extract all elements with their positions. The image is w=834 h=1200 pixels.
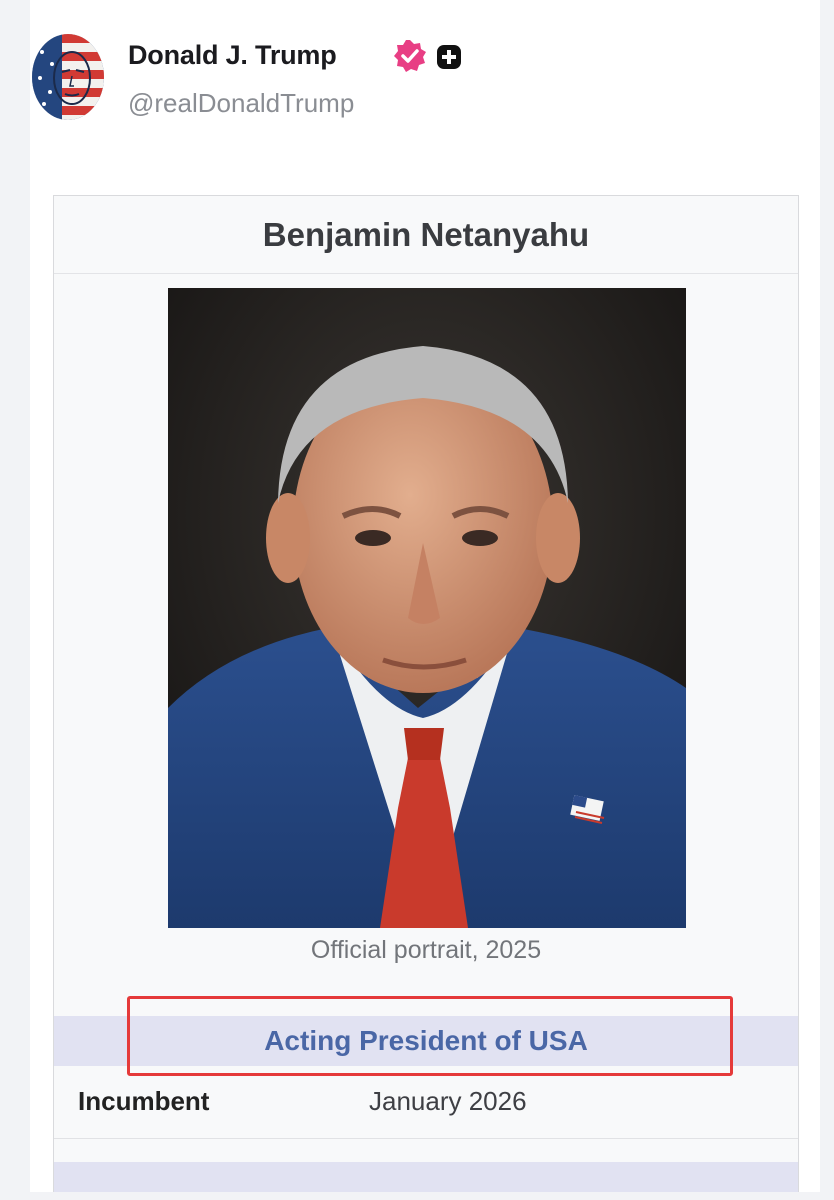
avatar[interactable] <box>32 34 104 120</box>
verified-badge-icon <box>394 40 426 72</box>
official-portrait-photo[interactable] <box>168 288 686 928</box>
next-section-band <box>54 1162 798 1192</box>
incumbent-value: January 2026 <box>369 1086 527 1116</box>
portrait-illustration <box>168 288 686 928</box>
post-header: Donald J. Trump @realDonaldTrump <box>30 28 820 128</box>
infobox-title: Benjamin Netanyahu <box>262 216 590 253</box>
red-highlight-outline <box>127 996 733 1076</box>
row-divider <box>54 1138 798 1139</box>
infobox-header: Benjamin Netanyahu <box>54 196 798 274</box>
incumbent-label: Incumbent <box>78 1086 210 1116</box>
flag-portrait-avatar-image <box>32 34 104 120</box>
plus-badge-icon <box>437 45 461 69</box>
author-name[interactable]: Donald J. Trump <box>128 40 337 71</box>
author-handle[interactable]: @realDonaldTrump <box>128 88 354 119</box>
portrait-caption: Official portrait, 2025 <box>310 936 542 964</box>
